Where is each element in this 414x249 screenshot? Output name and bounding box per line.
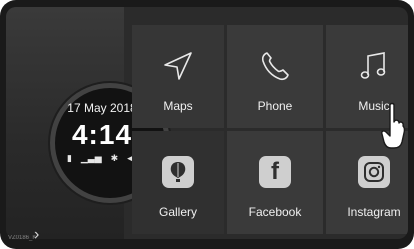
battery-icon: ▮ [67, 153, 72, 163]
app-grid: Maps Phone Music Gallery f Facebook Inst… [132, 25, 408, 237]
app-label-instagram: Instagram [347, 205, 401, 219]
phone-handset-icon [256, 47, 294, 85]
facebook-glyph: f [271, 158, 279, 185]
app-tile-facebook[interactable]: f Facebook [227, 131, 323, 234]
navigation-arrow-icon [159, 47, 197, 85]
facebook-icon: f [256, 153, 294, 191]
bluetooth-icon: ✱ [110, 153, 119, 163]
watermark-logo: VZ0186_K [8, 235, 37, 241]
infotainment-screen: 17 May 2018 4:14 ▮ ▁▃▅ ✱ ◀) › Maps [6, 7, 408, 239]
app-label-phone: Phone [257, 99, 293, 113]
instagram-icon [355, 153, 393, 191]
instagram-badge [358, 156, 390, 188]
status-icon-row: ▮ ▁▃▅ ✱ ◀) [67, 152, 137, 164]
app-label-maps: Maps [163, 99, 193, 113]
app-tile-gallery[interactable]: Gallery [132, 131, 224, 234]
app-tile-phone[interactable]: Phone [227, 25, 323, 128]
head-unit-bezel: 17 May 2018 4:14 ▮ ▁▃▅ ✱ ◀) › Maps [0, 0, 414, 249]
signal-icon: ▁▃▅ [80, 153, 102, 163]
music-note-icon [355, 47, 393, 85]
app-tile-maps[interactable]: Maps [132, 25, 224, 128]
gallery-badge [162, 156, 194, 188]
app-label-facebook: Facebook [248, 205, 302, 219]
pointing-hand-icon [381, 102, 406, 149]
facebook-badge: f [259, 156, 291, 188]
app-label-gallery: Gallery [158, 205, 197, 219]
gallery-balloon-icon [159, 153, 197, 191]
